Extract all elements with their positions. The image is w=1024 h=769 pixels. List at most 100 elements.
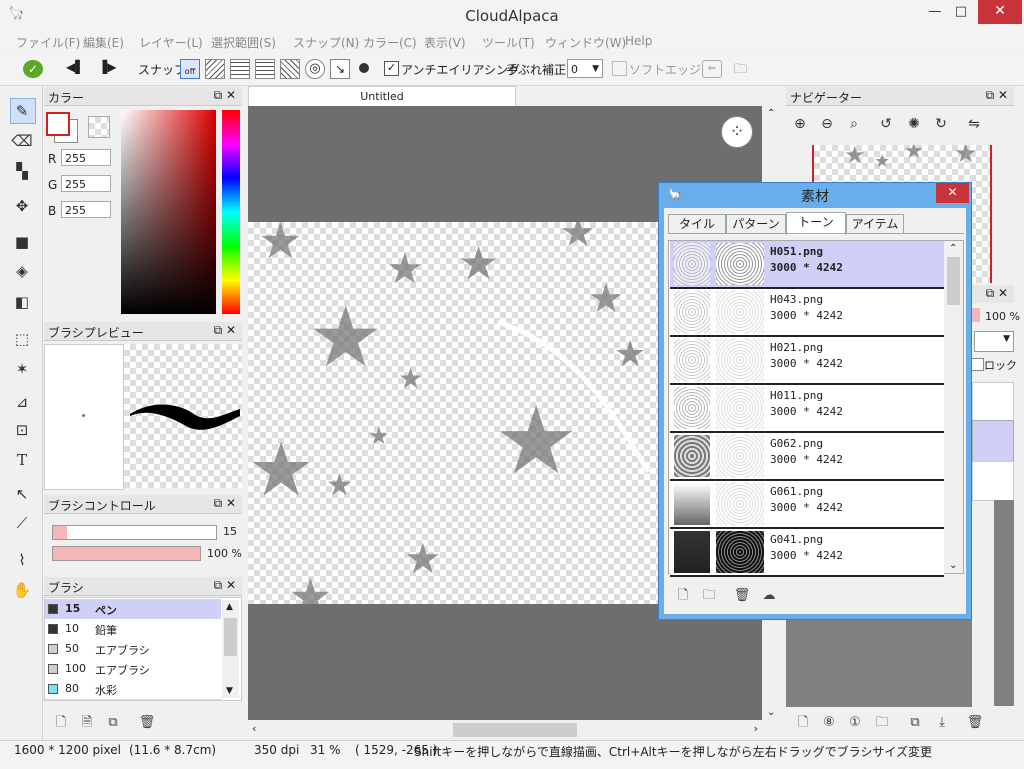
duplicate-layer-icon[interactable]: ⧉ bbox=[906, 714, 924, 732]
panel-float-close-icon[interactable]: ⧉ ✕ bbox=[986, 88, 1008, 103]
menu-tools[interactable]: ツール(T) bbox=[482, 34, 535, 51]
g-input[interactable]: 255 bbox=[61, 175, 111, 192]
merge-layer-icon[interactable]: ⤓ bbox=[933, 714, 951, 732]
material-tab[interactable]: タイル bbox=[668, 214, 726, 234]
brush-list-item[interactable]: 100 エアブラシ bbox=[45, 659, 221, 680]
transparent-color-swatch[interactable] bbox=[88, 116, 110, 138]
new-brush-icon[interactable]: 🗋 bbox=[52, 714, 70, 732]
antialias-checkbox[interactable]: ✓ bbox=[384, 61, 399, 76]
layer-item[interactable] bbox=[972, 461, 1014, 501]
new-folder-icon[interactable]: 🗀 bbox=[873, 714, 891, 732]
zoom-fit-icon[interactable]: ⌕ bbox=[844, 114, 864, 134]
stabilizer-select[interactable]: 0 ▼ bbox=[567, 59, 603, 78]
menu-file[interactable]: ファイル(F) bbox=[16, 34, 80, 51]
material-list-item[interactable]: G061.png 3000 * 4242 bbox=[670, 481, 944, 529]
zoom-out-icon[interactable]: ⊖ bbox=[817, 114, 837, 134]
rotate-reset-icon[interactable]: ✺ bbox=[904, 114, 924, 134]
rotate-right-icon[interactable]: ↻ bbox=[931, 114, 951, 134]
panel-float-close-icon[interactable]: ⧉ ✕ bbox=[986, 286, 1008, 301]
primary-color-swatch[interactable] bbox=[46, 112, 70, 136]
menu-edit[interactable]: 編集(E) bbox=[83, 34, 124, 51]
snap-point-icon[interactable] bbox=[359, 63, 369, 73]
panel-float-close-icon[interactable]: ⧉ ✕ bbox=[214, 496, 236, 511]
brush-list-scrollbar[interactable]: ▲ ▼ bbox=[222, 600, 239, 698]
layer-lock-checkbox[interactable] bbox=[971, 358, 984, 371]
pen-tool-icon[interactable]: ✎ bbox=[10, 99, 34, 123]
bucket-tool-icon[interactable]: ◈ bbox=[10, 259, 34, 283]
select-pen-tool-icon[interactable]: ⊿ bbox=[10, 390, 34, 414]
gradient-tool-icon[interactable]: ◧ bbox=[10, 290, 34, 314]
brush-size-slider[interactable] bbox=[52, 525, 217, 540]
material-list-item[interactable]: H011.png 3000 * 4242 bbox=[670, 385, 944, 433]
delete-layer-icon[interactable]: 🗑 bbox=[966, 714, 984, 732]
b-input[interactable]: 255 bbox=[61, 201, 111, 218]
text-tool-icon[interactable]: T bbox=[10, 448, 34, 472]
save-brush-icon[interactable]: 🗎 bbox=[78, 714, 96, 732]
snap-horizontal-button[interactable] bbox=[255, 59, 275, 79]
delete-material-icon[interactable]: 🗑 bbox=[733, 587, 751, 605]
canvas-hscrollbar[interactable]: ‹ › bbox=[248, 720, 762, 740]
snap-concentric-button[interactable]: ◎ bbox=[305, 59, 325, 79]
panel-float-close-icon[interactable]: ⧉ ✕ bbox=[214, 578, 236, 593]
fill-rect-tool-icon[interactable]: ■ bbox=[10, 230, 34, 254]
menu-selection[interactable]: 選択範囲(S) bbox=[211, 34, 276, 51]
zoom-in-icon[interactable]: ⊕ bbox=[790, 114, 810, 134]
rotate-left-icon[interactable]: ↺ bbox=[876, 114, 896, 134]
select-rect-tool-icon[interactable]: ⬚ bbox=[10, 327, 34, 351]
cloud-icon[interactable]: ☁ bbox=[760, 587, 778, 605]
open-folder-icon[interactable]: 🗀 bbox=[700, 587, 718, 605]
import-icon[interactable]: ⇐ bbox=[702, 60, 722, 78]
close-button[interactable]: ✕ bbox=[978, 0, 1022, 24]
layer-item[interactable] bbox=[972, 382, 1014, 422]
operation-tool-icon[interactable]: ↖ bbox=[10, 482, 34, 506]
brush-opacity-slider[interactable] bbox=[52, 546, 201, 561]
snap-grid-button[interactable] bbox=[230, 59, 250, 79]
new-material-icon[interactable]: 🗋 bbox=[674, 587, 692, 605]
new-8bit-layer-icon[interactable]: ⑧ bbox=[820, 714, 838, 732]
material-tab[interactable]: パターン bbox=[726, 214, 786, 234]
material-list-item[interactable]: H051.png 3000 * 4242 bbox=[670, 241, 944, 289]
blend-mode-select[interactable]: ▼ bbox=[974, 331, 1014, 352]
menu-snap[interactable]: スナップ(N) bbox=[293, 34, 359, 51]
menu-help[interactable]: Help bbox=[625, 34, 652, 48]
eyedropper-tool-icon[interactable]: ⌇ bbox=[10, 548, 34, 572]
brush-list-item[interactable]: 10 鉛筆 bbox=[45, 619, 221, 640]
brush-list-item[interactable]: 50 エアブラシ bbox=[45, 639, 221, 660]
material-list-item[interactable]: G062.png 3000 * 4242 bbox=[670, 433, 944, 481]
canvas-tab[interactable]: Untitled bbox=[248, 86, 516, 107]
material-list-scrollbar[interactable]: ⌃ ⌄ bbox=[944, 241, 963, 573]
menu-layer[interactable]: レイヤー(L) bbox=[139, 34, 203, 51]
hand-tool-icon[interactable]: ✋ bbox=[10, 578, 34, 602]
panel-float-close-icon[interactable]: ⧉ ✕ bbox=[214, 323, 236, 338]
material-tab[interactable]: アイテム bbox=[846, 214, 904, 234]
material-tab[interactable]: トーン bbox=[786, 212, 846, 235]
eraser-tool-icon[interactable]: ⌫ bbox=[10, 129, 34, 153]
snap-off-button[interactable]: off bbox=[180, 59, 200, 79]
brush-list-item[interactable]: 80 水彩 bbox=[45, 679, 221, 700]
snap-radial-button[interactable] bbox=[280, 59, 300, 79]
r-input[interactable]: 255 bbox=[61, 149, 111, 166]
flip-horizontal-icon[interactable]: ⇋ bbox=[964, 114, 984, 134]
hue-slider[interactable] bbox=[222, 110, 240, 314]
material-list-item[interactable]: H021.png 3000 * 4242 bbox=[670, 337, 944, 385]
duplicate-brush-icon[interactable]: ⧉ bbox=[104, 714, 122, 732]
folder-icon[interactable]: 🗀 bbox=[734, 60, 747, 82]
cloud-check-icon[interactable]: ✓ bbox=[23, 60, 43, 78]
saturation-value-picker[interactable] bbox=[121, 110, 216, 314]
layer-opacity-slider[interactable] bbox=[972, 308, 980, 322]
next-frame-icon[interactable]: ▐▶ bbox=[98, 60, 116, 74]
prev-frame-icon[interactable]: ◀▌ bbox=[66, 60, 84, 74]
softedge-checkbox[interactable] bbox=[612, 61, 627, 76]
snap-curve-button[interactable]: ↘ bbox=[330, 59, 350, 79]
delete-brush-icon[interactable]: 🗑 bbox=[138, 714, 156, 732]
menu-color[interactable]: カラー(C) bbox=[363, 34, 417, 51]
move-tool-icon[interactable]: ✥ bbox=[10, 194, 34, 218]
divide-tool-icon[interactable]: ⟋ bbox=[10, 511, 34, 535]
dot-pen-tool-icon[interactable]: ▚ bbox=[10, 159, 34, 183]
menu-view[interactable]: 表示(V) bbox=[424, 34, 466, 51]
new-layer-icon[interactable]: 🗋 bbox=[794, 714, 812, 732]
menu-window[interactable]: ウィンドウ(W) bbox=[545, 34, 626, 51]
select-eraser-tool-icon[interactable]: ⊡ bbox=[10, 418, 34, 442]
new-1bit-layer-icon[interactable]: ① bbox=[846, 714, 864, 732]
snap-parallel-button[interactable] bbox=[205, 59, 225, 79]
